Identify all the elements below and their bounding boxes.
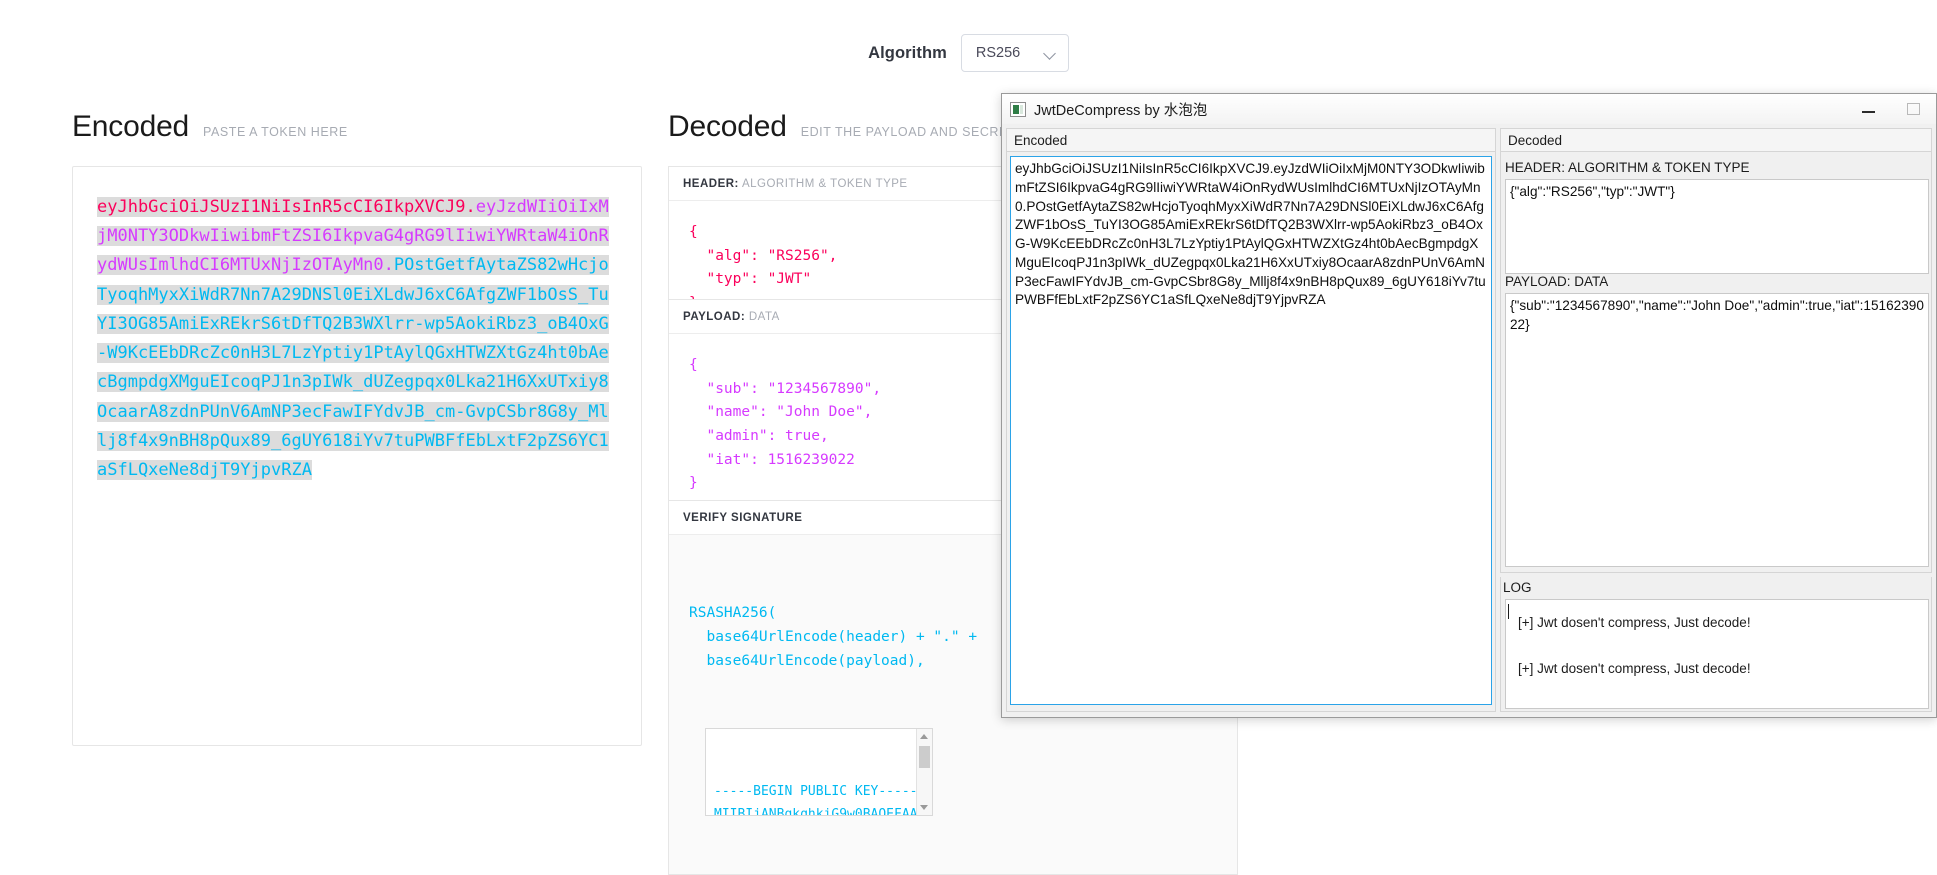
overlay-log-label: LOG (1503, 580, 1532, 595)
overlay-log-textarea[interactable]: [+] Jwt dosen't compress, Just decode! [… (1505, 599, 1929, 709)
decoded-header-panel-label-bold: HEADER: (683, 178, 739, 190)
chevron-down-icon (1044, 47, 1057, 60)
overlay-encoded-value: eyJhbGciOiJSUzI1NiIsInR5cCI6IkpXVCJ9.eyJ… (1015, 161, 1486, 308)
overlay-encoded-textarea[interactable]: eyJhbGciOiJSUzI1NiIsInR5cCI6IkpXVCJ9.eyJ… (1010, 156, 1492, 705)
window-title-text: JwtDeCompress by 水泡泡 (1034, 102, 1208, 119)
algorithm-select-value: RS256 (975, 45, 1021, 61)
jwtdecompress-window[interactable]: JwtDeCompress by 水泡泡 Encoded eyJhbGciOiJ… (1001, 93, 1937, 718)
token-separator-2: . (383, 255, 394, 276)
log-line: [+] Jwt dosen't compress, Just decode! (1518, 615, 1751, 630)
decoded-title: Decoded (668, 110, 787, 143)
minimize-icon (1862, 110, 1875, 113)
overlay-header-label: HEADER: ALGORITHM & TOKEN TYPE (1505, 160, 1750, 175)
maximize-icon (1907, 103, 1920, 115)
overlay-payload-label: PAYLOAD: DATA (1505, 274, 1609, 289)
overlay-payload-textarea[interactable]: {"sub":"1234567890","name":"John Doe","a… (1505, 293, 1929, 567)
overlay-header-value: {"alg":"RS256","typ":"JWT"} (1510, 184, 1675, 199)
app-icon (1010, 101, 1026, 117)
minimize-button[interactable] (1846, 94, 1891, 124)
overlay-decoded-group-label: Decoded (1501, 129, 1931, 152)
public-key-text: -----BEGIN PUBLIC KEY----- MIIBIjANBgkqh… (714, 783, 933, 817)
scroll-down-icon[interactable] (920, 805, 928, 811)
token-signature-segment: POstGetfAytaZS82wHcjoTyoqhMyxXiWdR7Nn7A2… (97, 255, 609, 481)
public-key-scrollbar[interactable] (916, 729, 932, 816)
scrollbar-thumb[interactable] (919, 746, 930, 769)
window-controls (1846, 94, 1936, 124)
token-header-segment: eyJhbGciOiJSUzI1NiIsInR5cCI6IkpXVCJ9 (97, 197, 466, 217)
maximize-button[interactable] (1891, 94, 1936, 124)
encoded-header: Encoded PASTE A TOKEN HERE (72, 110, 642, 144)
algorithm-select[interactable]: RS256 (960, 34, 1069, 72)
encoded-title: Encoded (72, 110, 190, 143)
encoded-subtitle: PASTE A TOKEN HERE (203, 125, 348, 139)
overlay-encoded-group-label: Encoded (1007, 129, 1495, 152)
log-line: [+] Jwt dosen't compress, Just decode! (1518, 660, 1751, 676)
encoded-token-input[interactable]: eyJhbGciOiJSUzI1NiIsInR5cCI6IkpXVCJ9.eyJ… (72, 166, 642, 746)
decoded-payload-panel-label-rest: DATA (748, 311, 780, 323)
verify-signature-label-bold: VERIFY SIGNATURE (683, 512, 803, 524)
text-cursor (1508, 604, 1509, 619)
decoded-header-panel-label-rest: ALGORITHM & TOKEN TYPE (741, 178, 908, 190)
token-separator-1: . (465, 197, 476, 217)
public-key-input[interactable]: -----BEGIN PUBLIC KEY----- MIIBIjANBgkqh… (705, 728, 933, 817)
window-body: Encoded eyJhbGciOiJSUzI1NiIsInR5cCI6IkpX… (1002, 124, 1936, 717)
encoded-column: Encoded PASTE A TOKEN HERE eyJhbGciOiJSU… (72, 110, 642, 746)
algorithm-bar: Algorithm RS256 (0, 34, 1937, 72)
scroll-up-icon[interactable] (920, 734, 928, 740)
decoded-subtitle: EDIT THE PAYLOAD AND SECRET (800, 125, 1017, 139)
overlay-header-textarea[interactable]: {"alg":"RS256","typ":"JWT"} (1505, 179, 1929, 274)
decoded-payload-panel-label-bold: PAYLOAD: (683, 311, 746, 323)
encoded-token-text: eyJhbGciOiJSUzI1NiIsInR5cCI6IkpXVCJ9.eyJ… (97, 197, 609, 481)
overlay-payload-value: {"sub":"1234567890","name":"John Doe","a… (1510, 298, 1924, 332)
window-title-bar[interactable]: JwtDeCompress by 水泡泡 (1002, 94, 1936, 124)
algorithm-label: Algorithm (868, 43, 947, 62)
